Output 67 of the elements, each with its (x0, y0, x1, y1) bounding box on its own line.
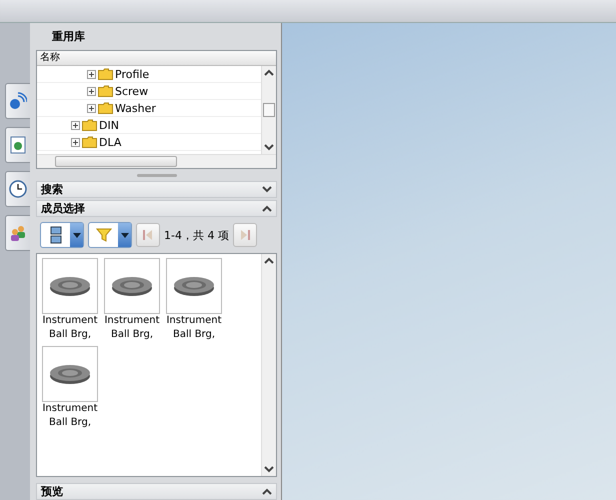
expand-icon[interactable] (71, 138, 80, 146)
folder-icon (98, 102, 113, 114)
side-tab[interactable] (5, 171, 30, 207)
clock-icon (9, 180, 27, 198)
part-label: Instrument Ball Brg, (41, 402, 99, 430)
chevron-up-icon (264, 69, 274, 76)
expand-icon[interactable] (87, 104, 96, 112)
bearing-icon (48, 274, 92, 298)
chevron-down-icon (264, 144, 274, 152)
document-globe-icon (10, 136, 26, 154)
tree-item-label: Profile (115, 68, 150, 80)
folder-icon (82, 136, 97, 148)
tree-item-label: DLA (99, 136, 122, 148)
side-tab[interactable] (5, 127, 30, 163)
chevron-up-icon (264, 257, 274, 264)
vertical-scrollbar[interactable] (261, 66, 276, 154)
part-label: Instrument Ball Brg, (41, 314, 99, 342)
chevron-up-icon (262, 205, 272, 212)
tree-item[interactable]: DLA (37, 134, 261, 151)
view-dropdown[interactable] (40, 222, 84, 248)
scroll-thumb[interactable] (55, 156, 177, 168)
page-range-text: 1-4，共 4 项 (164, 228, 229, 243)
chevron-down-icon (262, 186, 272, 194)
side-tab[interactable] (5, 83, 30, 119)
tree-item[interactable]: Screw (37, 83, 261, 100)
chevron-down-icon (264, 466, 274, 473)
bearing-icon (110, 274, 154, 298)
column-header[interactable]: 名称 (37, 51, 276, 66)
section-header[interactable]: 成员选择 (36, 200, 277, 218)
part-thumbnail[interactable] (42, 346, 98, 402)
section-header[interactable]: 搜索 (36, 181, 277, 198)
tree-item-label: DIN (99, 118, 119, 132)
folder-icon (98, 85, 113, 97)
tree-item[interactable]: Washer (37, 100, 261, 117)
horizontal-scrollbar[interactable] (37, 154, 276, 168)
panel-title: 重用库 (51, 29, 86, 45)
folder-icon (98, 68, 113, 80)
filter-icon (96, 227, 112, 244)
part-thumbnail[interactable] (104, 258, 160, 314)
part-thumbnail[interactable] (42, 258, 98, 314)
part-label: Instrument Ball Brg, (103, 314, 161, 342)
dropdown-arrow-icon (72, 232, 80, 238)
bearing-icon (172, 274, 216, 298)
bearing-icon (48, 362, 92, 386)
vertical-scrollbar[interactable] (261, 254, 276, 476)
dropdown-arrow-icon (120, 232, 128, 238)
folder-icon (82, 119, 97, 131)
expand-icon[interactable] (87, 70, 96, 78)
tree-item[interactable]: Profile (37, 66, 261, 83)
expand-icon[interactable] (87, 86, 96, 96)
first-page-icon (143, 229, 153, 242)
side-tab[interactable] (5, 215, 30, 251)
filter-dropdown[interactable] (88, 222, 132, 248)
chevron-up-icon (262, 488, 272, 495)
info-feed-icon (9, 92, 27, 110)
last-page-icon (240, 229, 250, 242)
users-icon (9, 224, 27, 242)
expand-icon[interactable] (71, 120, 80, 130)
tree-item[interactable]: DIN (37, 117, 261, 134)
tree-item-label: Washer (115, 102, 156, 114)
part-thumbnail[interactable] (166, 258, 222, 314)
tree-item-label: Screw (115, 84, 148, 98)
splitter-handle[interactable] (136, 174, 176, 177)
part-label: Instrument Ball Brg, (165, 314, 223, 342)
scroll-thumb[interactable] (263, 103, 275, 118)
section-header[interactable]: 预览 (36, 483, 277, 500)
thumbnails-icon (50, 226, 62, 244)
